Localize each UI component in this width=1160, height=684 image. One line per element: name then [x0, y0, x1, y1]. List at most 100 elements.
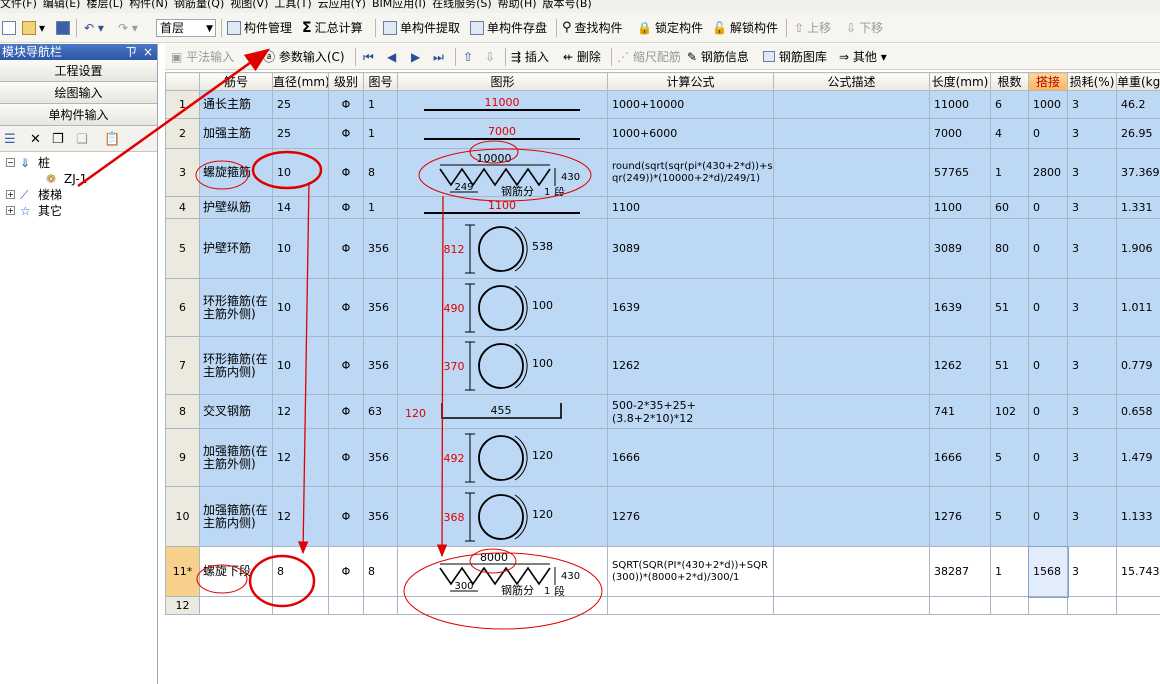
- bar-name-cell[interactable]: 加强箍筋(在主筋内侧): [199, 486, 273, 547]
- grade-cell[interactable]: Φ: [328, 118, 364, 149]
- last-icon[interactable]: ⏭: [433, 47, 444, 67]
- bar-name-cell[interactable]: 护壁纵筋: [199, 196, 273, 219]
- formula-cell[interactable]: 1000+10000: [607, 90, 774, 119]
- formula-cell[interactable]: SQRT(SQR(PI*(430+2*d))+SQR(300))*(8000+2…: [607, 546, 774, 597]
- grade-cell[interactable]: Φ: [328, 428, 364, 487]
- row-number-cell[interactable]: 6: [165, 278, 200, 337]
- loss-cell[interactable]: 3: [1067, 486, 1117, 547]
- figure-number-cell[interactable]: 8: [363, 148, 398, 197]
- figure-number-cell[interactable]: 63: [363, 394, 398, 429]
- column-header[interactable]: 公式描述: [773, 72, 930, 91]
- bar-name-cell[interactable]: 螺旋下段: [199, 546, 273, 597]
- shape-cell[interactable]: 7000: [397, 118, 608, 149]
- delete-button[interactable]: ⇷ 删除: [563, 47, 601, 67]
- diameter-cell[interactable]: 10: [272, 218, 329, 279]
- row-number-cell[interactable]: 10: [165, 486, 200, 547]
- column-header[interactable]: 搭接: [1028, 72, 1068, 91]
- unit-weight-cell[interactable]: 1.011: [1116, 278, 1160, 337]
- length-cell[interactable]: 7000: [929, 118, 991, 149]
- count-cell[interactable]: 51: [990, 336, 1029, 395]
- insert-button[interactable]: ⇶ 插入: [511, 47, 549, 67]
- grade-cell[interactable]: Φ: [328, 546, 364, 597]
- figure-number-cell[interactable]: 356: [363, 486, 398, 547]
- diameter-cell[interactable]: 25: [272, 118, 329, 149]
- description-cell[interactable]: [773, 486, 930, 547]
- figure-number-cell[interactable]: 1: [363, 90, 398, 119]
- menu-item[interactable]: 编辑(E): [43, 0, 87, 11]
- unit-weight-cell[interactable]: 15.743: [1116, 546, 1160, 597]
- formula-cell[interactable]: 1100: [607, 196, 774, 219]
- shape-cell[interactable]: 120 455: [397, 394, 608, 429]
- column-header[interactable]: [165, 72, 200, 91]
- tree-item[interactable]: + ☆ 其它: [0, 203, 157, 219]
- loss-cell[interactable]: 3: [1067, 278, 1117, 337]
- lap-cell[interactable]: 0: [1028, 486, 1068, 547]
- length-cell[interactable]: 741: [929, 394, 991, 429]
- count-cell[interactable]: 6: [990, 90, 1029, 119]
- formula-cell[interactable]: 1666: [607, 428, 774, 487]
- description-cell[interactable]: [773, 394, 930, 429]
- count-cell[interactable]: 4: [990, 118, 1029, 149]
- length-cell[interactable]: 57765: [929, 148, 991, 197]
- unit-weight-cell[interactable]: 0.779: [1116, 336, 1160, 395]
- description-cell[interactable]: [773, 90, 930, 119]
- unit-weight-cell[interactable]: 46.2: [1116, 90, 1160, 119]
- count-cell[interactable]: 1: [990, 148, 1029, 197]
- grade-cell[interactable]: Φ: [328, 278, 364, 337]
- pin-icon[interactable]: ㄗ: [125, 44, 137, 60]
- column-header[interactable]: 图形: [397, 72, 608, 91]
- table-row[interactable]: 2 加强主筋 25 Φ 1 7000 1000+6000 7000 4 0 3 26.95: [165, 118, 1160, 149]
- lap-cell[interactable]: 0: [1028, 428, 1068, 487]
- lap-cell[interactable]: 0: [1028, 118, 1068, 149]
- diameter-cell[interactable]: [272, 596, 329, 615]
- figure-number-cell[interactable]: [363, 596, 398, 615]
- formula-cell[interactable]: 1262: [607, 336, 774, 395]
- menu-item[interactable]: BIM应用(I): [372, 0, 432, 11]
- menu-item[interactable]: 在线服务(S): [432, 0, 498, 11]
- grade-cell[interactable]: Φ: [328, 148, 364, 197]
- loss-cell[interactable]: 3: [1067, 148, 1117, 197]
- grade-cell[interactable]: Φ: [328, 196, 364, 219]
- loss-cell[interactable]: 3: [1067, 196, 1117, 219]
- row-number-cell[interactable]: 1: [165, 90, 200, 119]
- lap-cell[interactable]: 1568: [1027, 545, 1069, 598]
- delete-icon[interactable]: ✕: [30, 132, 41, 147]
- down-icon[interactable]: ⇩: [485, 47, 495, 67]
- row-number-cell[interactable]: 7: [165, 336, 200, 395]
- description-cell[interactable]: [773, 118, 930, 149]
- unit-weight-cell[interactable]: 1.133: [1116, 486, 1160, 547]
- grade-cell[interactable]: Φ: [328, 218, 364, 279]
- loss-cell[interactable]: 3: [1067, 546, 1117, 597]
- component-manage-button[interactable]: 构件管理: [227, 18, 292, 38]
- lap-cell[interactable]: 0: [1028, 278, 1068, 337]
- diameter-cell[interactable]: 12: [272, 486, 329, 547]
- column-header[interactable]: 级别: [328, 72, 364, 91]
- shape-cell[interactable]: 10000 430 249 钢筋分 1 段: [397, 148, 608, 197]
- description-cell[interactable]: [773, 596, 930, 615]
- length-cell[interactable]: 3089: [929, 218, 991, 279]
- table-row[interactable]: 11* 螺旋下段 8 Φ 8 8000 430 300 钢筋分 1 段 SQRT(SQR(PI*(43…: [165, 545, 1160, 598]
- menu-item[interactable]: 文件(F): [0, 0, 43, 11]
- bar-name-cell[interactable]: 通长主筋: [199, 90, 273, 119]
- description-cell[interactable]: [773, 546, 930, 597]
- lap-cell[interactable]: 1000: [1028, 90, 1068, 119]
- lap-cell[interactable]: 2800: [1028, 148, 1068, 197]
- table-row[interactable]: 5 护壁环筋 10 Φ 356 812 538 3089 3089 80 0 3 1.906: [165, 218, 1160, 279]
- formula-cell[interactable]: 1000+6000: [607, 118, 774, 149]
- unit-weight-cell[interactable]: [1116, 596, 1160, 615]
- table-row[interactable]: 4 护壁纵筋 14 Φ 1 1100 1100 1100 60 0 3 1.331: [165, 196, 1160, 219]
- loss-cell[interactable]: 3: [1067, 394, 1117, 429]
- figure-number-cell[interactable]: 8: [363, 546, 398, 597]
- length-cell[interactable]: 1276: [929, 486, 991, 547]
- unit-weight-cell[interactable]: 1.479: [1116, 428, 1160, 487]
- count-cell[interactable]: 80: [990, 218, 1029, 279]
- expand-icon[interactable]: +: [6, 206, 15, 215]
- shape-cell[interactable]: 1100: [397, 196, 608, 219]
- up-icon[interactable]: ⇧: [463, 47, 473, 67]
- lock-button[interactable]: 🔒 锁定构件: [637, 18, 703, 38]
- move-down-button[interactable]: ⇩ 下移: [846, 18, 883, 38]
- table-row[interactable]: 6 环形箍筋(在主筋外侧) 10 Φ 356 490 100 1639 1639 51 0 3 1.01…: [165, 278, 1160, 337]
- grade-cell[interactable]: Φ: [328, 394, 364, 429]
- count-cell[interactable]: 5: [990, 486, 1029, 547]
- menu-item[interactable]: 云应用(Y): [318, 0, 372, 11]
